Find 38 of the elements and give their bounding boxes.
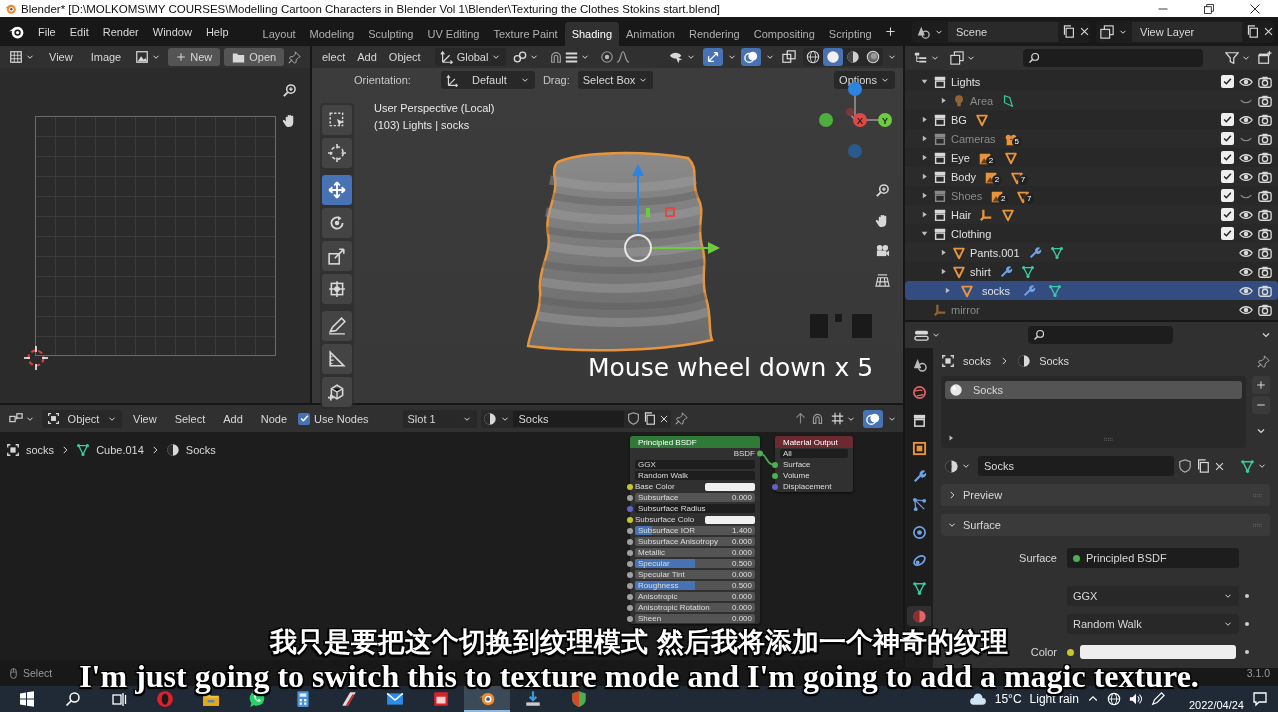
node-title: Principled BSDF	[630, 436, 760, 448]
date: 2022/04/24	[1188, 699, 1244, 711]
field-label: Surface	[1018, 552, 1058, 564]
socket-label: Base Color	[635, 482, 676, 491]
breadcrumb-item: Socks	[1039, 355, 1070, 367]
panel-title: Preview	[963, 489, 1003, 501]
count-badge: 2	[992, 174, 1003, 185]
count-badge: 2	[998, 193, 1009, 204]
subtitle: I'm just going to switch this to texture mode and I'm going to add a magic texture.	[79, 660, 1199, 694]
socket-label: Surface	[782, 460, 811, 469]
temperature: 15°C	[994, 692, 1022, 706]
count-badge: 7	[1018, 174, 1029, 185]
status-hint: Select	[23, 667, 53, 679]
count-badge: 5	[1011, 136, 1022, 147]
subtitle: 我只是要把这个切换到纹理模式 然后我将添加一个神奇的纹理	[269, 628, 1009, 657]
orientation-label: Orientation:	[354, 74, 411, 86]
breadcrumb-item: Socks	[185, 444, 216, 456]
panel-title: Surface	[963, 519, 1001, 531]
breadcrumb-item: socks	[26, 444, 55, 456]
socket-label: Subsurface Colo	[635, 515, 696, 524]
axis-label: X	[857, 115, 863, 126]
socket-label: BSDF	[733, 449, 755, 458]
breadcrumb-item: Cube.014	[96, 444, 144, 456]
count-badge: 7	[1024, 193, 1035, 204]
breadcrumb-item: socks	[963, 355, 992, 367]
version-label: 3.1.0	[1246, 667, 1270, 679]
checkbox-label: Use Nodes	[314, 412, 369, 425]
count-badge: 2	[985, 155, 996, 166]
view-name: User Perspective (Local)	[374, 101, 495, 116]
field-label: Color	[1029, 646, 1058, 658]
drag-label: Drag:	[542, 74, 570, 86]
socket-label: Volume	[782, 471, 810, 480]
view-info: (103) Lights | socks	[374, 118, 471, 133]
socket-label: Displacement	[782, 482, 832, 491]
node-title: Material Output	[775, 436, 853, 448]
window-title: Blender* [D:\MOLKOMS\MY COURSES\Modelling Cartoon Characters in Blender Vol 1\Blender\Texturing the Clothes Stokins start.blend]	[21, 2, 722, 15]
axis-label: Y	[882, 115, 888, 126]
key-overlay: Mouse wheel down x 5	[588, 353, 874, 382]
